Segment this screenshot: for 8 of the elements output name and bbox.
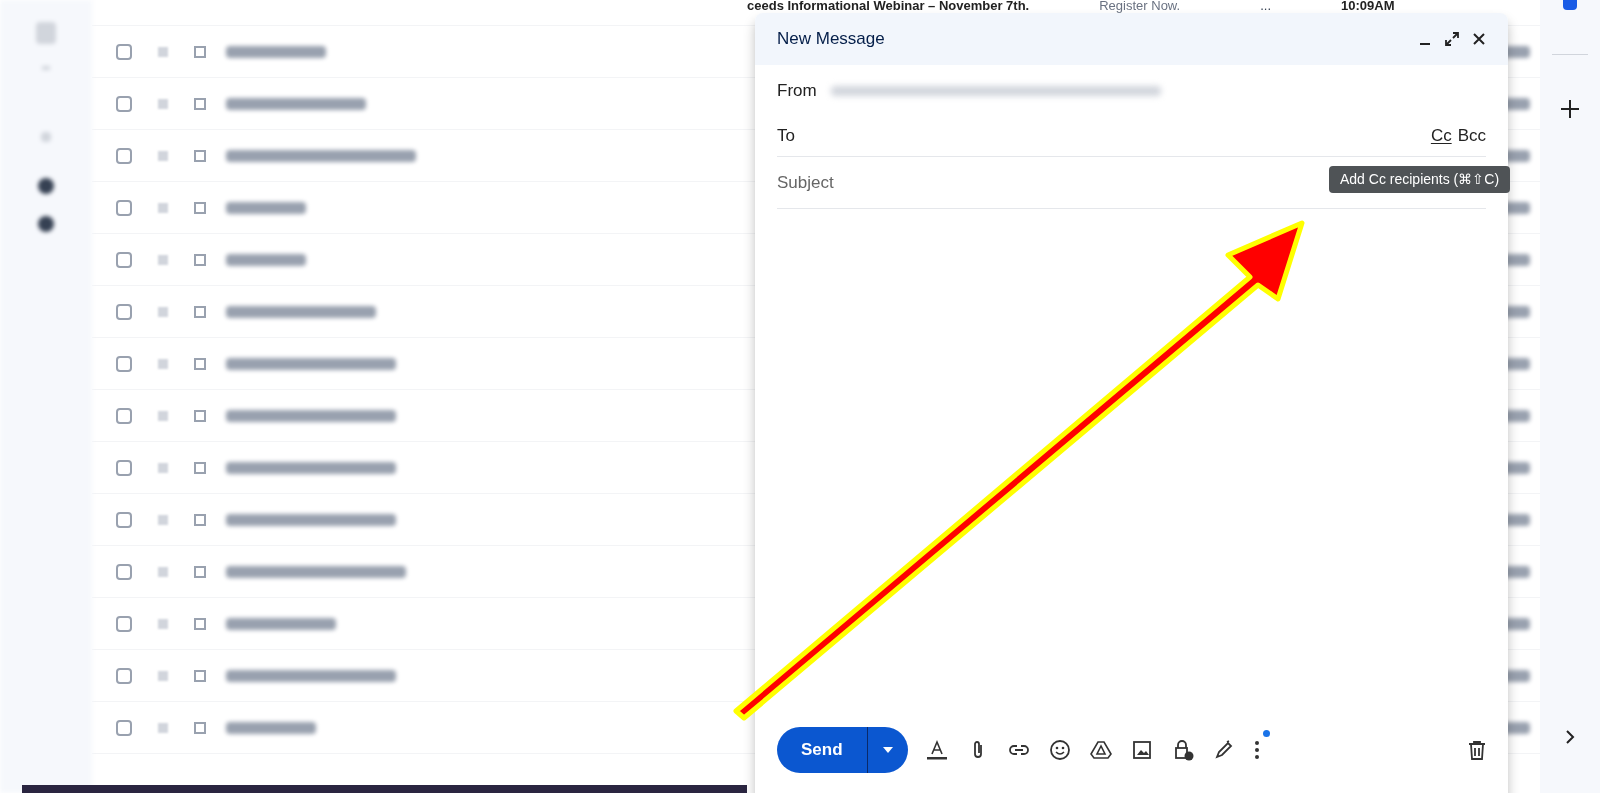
row-time: 10:09AM — [1341, 0, 1395, 12]
tooltip: Add Cc recipients (⌘⇧C) — [1329, 166, 1511, 193]
row-ellipsis: ... — [1260, 0, 1271, 12]
row-subject: ceeds Informational Webinar – November 7th. — [747, 0, 1030, 12]
from-label: From — [777, 80, 817, 103]
row-snippet: Register Now. — [1099, 0, 1181, 12]
window-title: New Message — [777, 28, 886, 51]
to-label: To — [777, 124, 796, 147]
